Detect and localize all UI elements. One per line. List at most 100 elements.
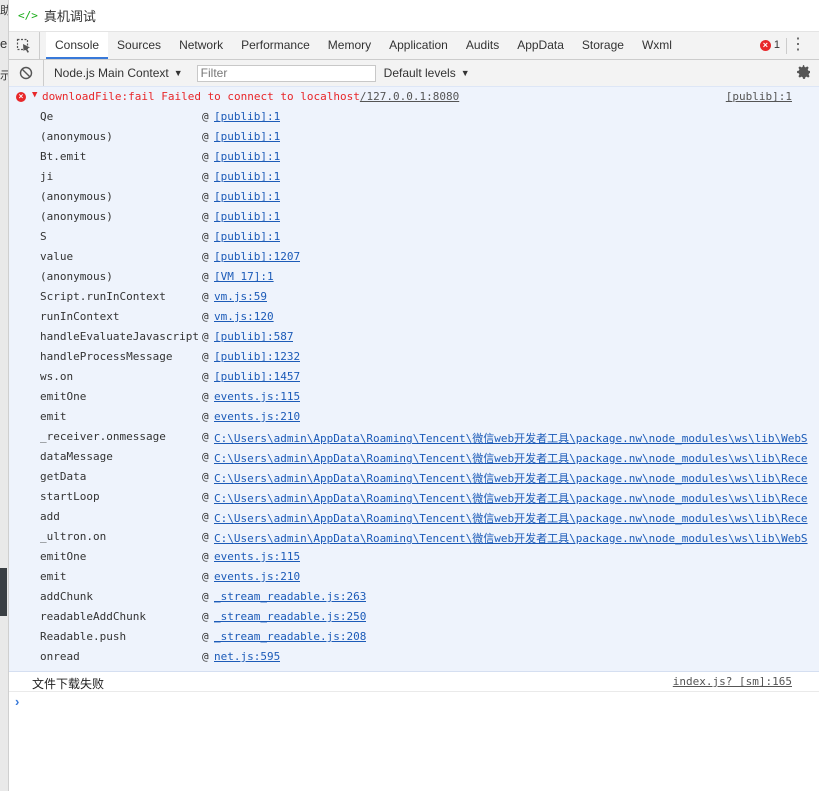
at-symbol: @ — [202, 650, 209, 663]
window-title: 真机调试 — [43, 9, 96, 24]
at-symbol: @ — [202, 610, 209, 623]
stack-frame-source-link[interactable]: C:\Users\admin\AppData\Roaming\Tencent\微… — [214, 450, 808, 466]
stack-frame-source-link[interactable]: net.js:595 — [214, 650, 280, 663]
at-symbol: @ — [202, 570, 209, 583]
stack-frame-source-link[interactable]: [publib]:1 — [214, 130, 280, 143]
stack-frame-source-link[interactable]: _stream_readable.js:250 — [214, 610, 366, 623]
stack-frame-function: (anonymous) — [40, 190, 113, 203]
stack-frame: runInContext @ vm.js:120 — [9, 307, 819, 327]
stack-frame: Qe @ [publib]:1 — [9, 107, 819, 127]
at-symbol: @ — [202, 490, 209, 503]
error-header[interactable]: × ▼ downloadFile:fail Failed to connect … — [9, 87, 819, 107]
stack-frame-source-link[interactable]: events.js:210 — [214, 570, 300, 583]
tab-performance[interactable]: Performance — [232, 32, 319, 59]
stack-frame: add @ C:\Users\admin\AppData\Roaming\Tence… — [9, 507, 819, 527]
stack-frame-source-link[interactable]: vm.js:59 — [214, 290, 267, 303]
caret-down-icon: ▼ — [173, 68, 183, 78]
at-symbol: @ — [202, 170, 209, 183]
at-symbol: @ — [202, 430, 209, 443]
context-selector[interactable]: Node.js Main Context ▼ — [43, 60, 191, 86]
stack-frame-source-link[interactable]: [publib]:1 — [214, 210, 280, 223]
stack-frame-source-link[interactable]: [publib]:1 — [214, 170, 280, 183]
tab-network[interactable]: Network — [170, 32, 232, 59]
stack-frame: readableAddChunk @ _stream_readable.js:250 — [9, 607, 819, 627]
stack-frame-function: readableAddChunk — [40, 610, 146, 623]
at-symbol: @ — [202, 390, 209, 403]
stack-frame-source-link[interactable]: _stream_readable.js:263 — [214, 590, 366, 603]
tab-memory[interactable]: Memory — [319, 32, 380, 59]
tab-storage[interactable]: Storage — [573, 32, 633, 59]
stack-frame-function: Bt.emit — [40, 150, 87, 163]
at-symbol: @ — [202, 230, 209, 243]
tab-appdata[interactable]: AppData — [508, 32, 573, 59]
stack-frame: emitOne @ events.js:115 — [9, 547, 819, 567]
stack-frame-source-link[interactable]: [publib]:1207 — [214, 250, 300, 263]
stack-frame-function: emitOne — [40, 390, 87, 403]
at-symbol: @ — [202, 290, 209, 303]
stack-frame-source-link[interactable]: [publib]:1 — [214, 230, 280, 243]
stack-frame-source-link[interactable]: [publib]:1232 — [214, 350, 300, 363]
stack-frame-source-link[interactable]: C:\Users\admin\AppData\Roaming\Tencent\微… — [214, 430, 808, 446]
log-source-link[interactable]: index.js? [sm]:165 — [673, 675, 792, 688]
stack-frame: emit @ events.js:210 — [9, 567, 819, 587]
stack-frame: addChunk @ _stream_readable.js:263 — [9, 587, 819, 607]
clear-console-button[interactable] — [9, 66, 43, 80]
error-counter[interactable]: × 1 — [759, 39, 780, 51]
background-window-edge: 助 e 示 — [0, 0, 11, 791]
error-message: downloadFile:fail Failed to connect to l… — [42, 90, 459, 103]
stack-frame: Script.runInContext @ vm.js:59 — [9, 287, 819, 307]
error-icon: × — [759, 39, 771, 51]
stack-frame: ws.on @ [publib]:1457 — [9, 367, 819, 387]
log-levels-label: Default levels — [383, 66, 456, 80]
filter-input[interactable] — [196, 64, 376, 82]
at-symbol: @ — [202, 530, 209, 543]
gear-icon[interactable] — [796, 64, 812, 83]
stack-frame-function: (anonymous) — [40, 270, 113, 283]
inspect-cursor-icon — [16, 38, 30, 53]
stack-frame: (anonymous) @ [VM 17]:1 — [9, 267, 819, 287]
stack-frame: _receiver.onmessage @ C:\Users\admin\AppDa… — [9, 427, 819, 447]
inspect-element-button[interactable] — [9, 32, 40, 59]
stack-frame-source-link[interactable]: C:\Users\admin\AppData\Roaming\Tencent\微… — [214, 490, 808, 506]
stack-frame-source-link[interactable]: [publib]:1 — [214, 150, 280, 163]
more-options-icon[interactable]: ⋮ — [790, 35, 806, 55]
stack-frame: onread @ net.js:595 — [9, 647, 819, 667]
stack-frame-source-link[interactable]: [publib]:1 — [214, 190, 280, 203]
stack-frame-source-link[interactable]: [publib]:1457 — [214, 370, 300, 383]
stack-frame-source-link[interactable]: events.js:115 — [214, 550, 300, 563]
tab-wxml[interactable]: Wxml — [633, 32, 681, 59]
stack-frame: emitOne @ events.js:115 — [9, 387, 819, 407]
stack-frame-function: emit — [40, 410, 67, 423]
at-symbol: @ — [202, 130, 209, 143]
tab-audits[interactable]: Audits — [457, 32, 508, 59]
stack-frame-function: handleEvaluateJavascript — [40, 330, 199, 343]
stack-frame-source-link[interactable]: C:\Users\admin\AppData\Roaming\Tencent\微… — [214, 510, 808, 526]
tab-application[interactable]: Application — [380, 32, 457, 59]
stack-frame-function: Qe — [40, 110, 54, 123]
stack-frame-function: onread — [40, 650, 80, 663]
console-output: × ▼ downloadFile:fail Failed to connect … — [9, 86, 819, 791]
stack-frame-function: ws.on — [40, 370, 74, 383]
stack-frame-source-link[interactable]: events.js:115 — [214, 390, 300, 403]
error-url-link[interactable]: /127.0.0.1:8080 — [360, 90, 459, 103]
stack-frame-source-link[interactable]: events.js:210 — [214, 410, 300, 423]
stack-frame-source-link[interactable]: _stream_readable.js:208 — [214, 630, 366, 643]
stack-frame-source-link[interactable]: [publib]:1 — [214, 110, 280, 123]
stack-frame-source-link[interactable]: vm.js:120 — [214, 310, 274, 323]
devtools-tab-bar: Console Sources Network Performance Memory Ap… — [9, 32, 819, 60]
stack-frame-source-link[interactable]: C:\Users\admin\AppData\Roaming\Tencent\微… — [214, 530, 808, 546]
log-levels-dropdown[interactable]: Default levels ▼ — [384, 66, 470, 80]
stack-frame-function: ji — [40, 170, 54, 183]
stack-frame-source-link[interactable]: [VM 17]:1 — [214, 270, 274, 283]
stack-frame-source-link[interactable]: [publib]:587 — [214, 330, 293, 343]
expand-triangle-icon[interactable]: ▼ — [32, 90, 37, 100]
console-prompt[interactable]: › — [9, 692, 819, 712]
stack-frame-source-link[interactable]: C:\Users\admin\AppData\Roaming\Tencent\微… — [214, 470, 808, 486]
stack-frame-function: _receiver.onmessage — [40, 430, 166, 443]
stack-frame: handleEvaluateJavascript @ [publib]:587 — [9, 327, 819, 347]
error-source-link[interactable]: [publib]:1 — [726, 90, 792, 103]
prompt-chevron-icon: › — [15, 694, 20, 709]
tab-console[interactable]: Console — [46, 32, 109, 59]
tab-sources[interactable]: Sources — [108, 32, 170, 59]
stack-frame-function: (anonymous) — [40, 130, 113, 143]
